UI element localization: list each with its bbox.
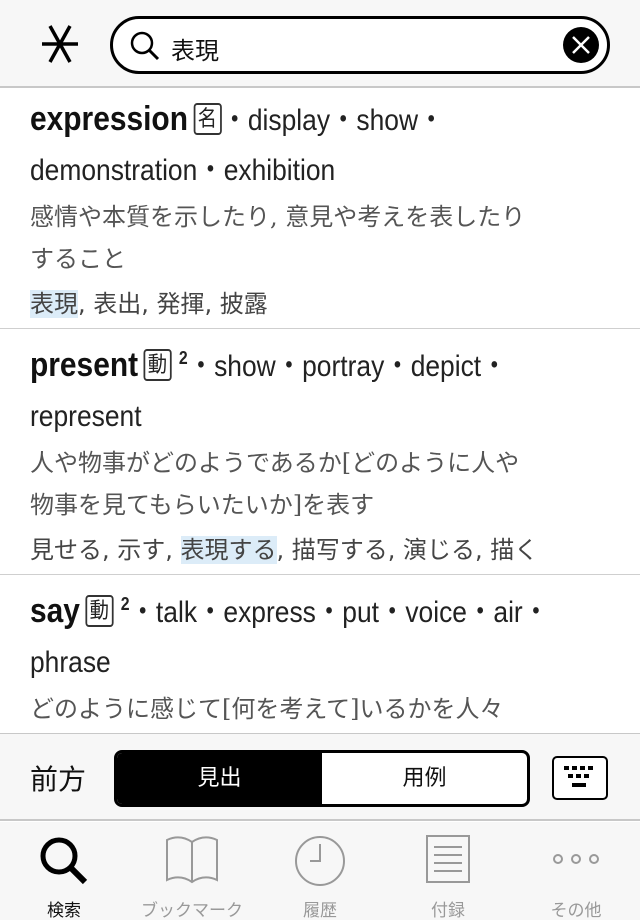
headword: say (30, 592, 80, 630)
pos-badge: 名 (193, 103, 222, 135)
headword: present (30, 346, 139, 384)
document-icon (426, 835, 470, 883)
keyboard-icon (564, 766, 593, 787)
translations-line2: represent (30, 400, 142, 433)
sense-number: 2 (120, 594, 130, 614)
list-item[interactable]: expression 名・display・show・ demonstration・e… (0, 90, 640, 329)
translations-line2: demonstration・exhibition (30, 154, 336, 187)
header: 表現 (0, 0, 640, 88)
definition-line1: 人や物事がどのようであるか[どのように人や (30, 449, 520, 477)
tab-label: 履歴 (303, 901, 337, 921)
search-value[interactable]: 表現 (171, 31, 219, 66)
tab-bookmarks[interactable]: ブックマーク (128, 822, 256, 921)
synonym-text: 見せる, 示す, (30, 536, 181, 564)
synonym-text: , 表出, 発揮, 披露 (78, 290, 268, 318)
synonyms: 表現, 表出, 発揮, 披露 (30, 280, 610, 328)
definition-line2: 物事を見てもらいたいか]を表す (30, 491, 375, 519)
segment-examples[interactable]: 用例 (322, 753, 527, 804)
tab-more[interactable]: その他 (512, 822, 640, 921)
sense-number: 2 (178, 348, 188, 368)
search-direction[interactable]: 前方 (30, 758, 86, 798)
definition-line1: 感情や本質を示したり, 意見や考えを表したり (30, 203, 526, 231)
pos-badge: 動 (143, 349, 172, 381)
tab-search[interactable]: 検索 (0, 822, 128, 921)
keyboard-button[interactable] (552, 756, 608, 800)
tab-label: その他 (550, 901, 602, 921)
asterisk-logo-icon[interactable] (38, 22, 82, 66)
translations-line2: phrase (30, 646, 111, 679)
tab-label: 付録 (431, 901, 465, 921)
clear-search-button[interactable] (563, 27, 599, 63)
synonym-text: , 描写する, 演じる, 描く (276, 536, 539, 564)
highlighted-term: 表現 (30, 290, 78, 318)
search-mode-segmented-control[interactable]: 見出 用例 (114, 750, 530, 807)
definition-line1: どのように感じて[何を考えて]いるかを人々 (30, 695, 504, 723)
definition: 人や物事がどのようであるか[どのように人や 物事を見てもらいたいか]を表す (30, 442, 610, 526)
segment-headword[interactable]: 見出 (117, 753, 322, 804)
list-item[interactable]: present 動 2・show・portray・depict・ represent… (0, 329, 640, 575)
entry-translations: present 動 2・show・portray・depict・ represent (30, 333, 611, 442)
search-options-bar: 前方 見出 用例 (0, 733, 640, 821)
pos-badge: 動 (85, 595, 114, 627)
tab-appendix[interactable]: 付録 (384, 822, 512, 921)
search-icon (130, 31, 160, 61)
tab-history[interactable]: 履歴 (256, 822, 384, 921)
synonyms: 見せる, 示す, 表現する, 描写する, 演じる, 描く (30, 526, 610, 574)
entry-translations: expression 名・display・show・ demonstration・e… (30, 94, 611, 196)
translations-line1: ・show・portray・depict・ (187, 350, 508, 383)
tab-label: 検索 (47, 901, 81, 921)
close-icon (572, 36, 590, 54)
search-input[interactable]: 表現 (110, 16, 610, 74)
highlighted-term: 表現する (180, 536, 277, 564)
translations-line1: ・display・show・ (221, 104, 445, 137)
headword: expression (30, 100, 188, 138)
more-icon (553, 854, 599, 864)
results-list[interactable]: expression 名・display・show・ demonstration・e… (0, 90, 640, 733)
tab-bar: 検索 ブックマーク 履歴 付録 その他 (0, 822, 640, 921)
entry-translations: say 動 2・talk・express・put・voice・air・ phrase (30, 579, 611, 688)
clock-icon (295, 836, 345, 886)
definition: どのように感じて[何を考えて]いるかを人々 (30, 688, 610, 730)
definition: 感情や本質を示したり, 意見や考えを表したり すること (30, 196, 610, 280)
definition-line2: すること (30, 245, 126, 273)
search-icon (40, 837, 88, 885)
tab-label: ブックマーク (141, 901, 243, 921)
translations-line1: ・talk・express・put・voice・air・ (129, 596, 550, 629)
book-icon (166, 836, 218, 884)
list-item[interactable]: say 動 2・talk・express・put・voice・air・ phrase… (0, 575, 640, 730)
